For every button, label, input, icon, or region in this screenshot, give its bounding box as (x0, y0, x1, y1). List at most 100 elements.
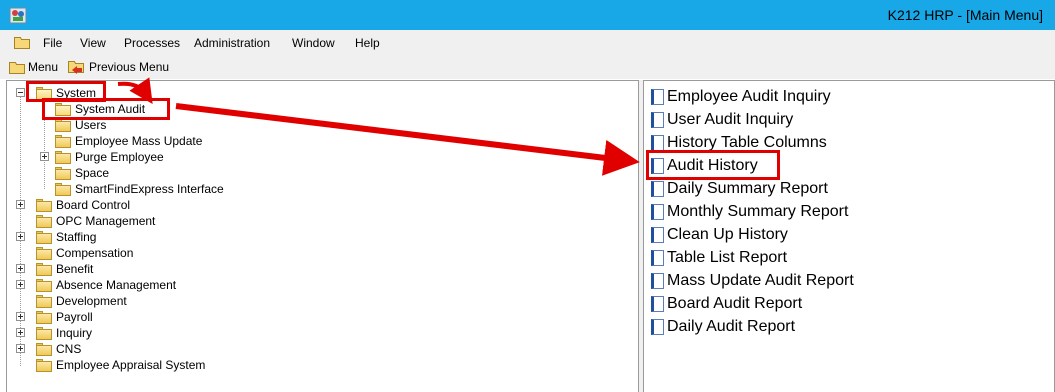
folder-icon (36, 230, 52, 244)
tree-item-absence-management[interactable]: Absence Management (36, 277, 176, 293)
folder-icon (36, 294, 52, 308)
menu-file[interactable]: File (43, 36, 62, 50)
function-label: User Audit Inquiry (667, 111, 794, 128)
tree-item-opc-management[interactable]: OPC Management (36, 213, 155, 229)
folder-icon (14, 37, 30, 49)
menu-button[interactable]: Menu (9, 59, 58, 75)
tree-item-label: Absence Management (56, 278, 177, 292)
tree-connector (20, 92, 21, 366)
menu-view[interactable]: View (80, 36, 106, 50)
function-mass-update-audit-report[interactable]: Mass Update Audit Report (651, 270, 854, 292)
tree-item-label: Benefit (56, 262, 94, 276)
menu-administration[interactable]: Administration (194, 36, 270, 50)
tree-item-label: Development (56, 294, 127, 308)
folder-icon (36, 326, 52, 340)
tree-item-purge-employee[interactable]: Purge Employee (55, 149, 164, 165)
tree-item-label: Purge Employee (75, 150, 164, 164)
function-table-list-report[interactable]: Table List Report (651, 247, 787, 269)
expand-toggle[interactable] (40, 152, 49, 161)
folder-icon (36, 310, 52, 324)
tree-item-compensation[interactable]: Compensation (36, 245, 133, 261)
functions-pane[interactable]: Employee Audit Inquiry User Audit Inquir… (643, 80, 1055, 392)
folder-icon (36, 358, 52, 372)
menu-help[interactable]: Help (355, 36, 380, 50)
tree-item-board-control[interactable]: Board Control (36, 197, 130, 213)
tree-item-label: Payroll (56, 310, 93, 324)
expand-toggle[interactable] (16, 328, 25, 337)
menu-button-label: Menu (28, 60, 59, 74)
folder-icon (36, 278, 52, 292)
folder-icon (9, 61, 25, 74)
previous-menu-label: Previous Menu (89, 60, 170, 74)
tree-item-benefit[interactable]: Benefit (36, 261, 93, 277)
document-icon (651, 319, 664, 335)
expand-toggle[interactable] (16, 344, 25, 353)
function-daily-summary-report[interactable]: Daily Summary Report (651, 178, 828, 200)
title-bar: K212 HRP - [Main Menu] (0, 0, 1055, 30)
expand-toggle[interactable] (16, 312, 25, 321)
function-label: Board Audit Report (667, 295, 803, 312)
function-label: Table List Report (667, 249, 788, 266)
document-icon (651, 204, 664, 220)
folder-icon (36, 262, 52, 276)
menu-bar: File View Processes Administration Windo… (0, 30, 1055, 55)
function-label: Daily Summary Report (667, 180, 828, 197)
tree-item-employee-mass-update[interactable]: Employee Mass Update (55, 133, 202, 149)
tree-item-label: Employee Mass Update (75, 134, 203, 148)
toolbar: Menu Previous Menu (0, 55, 1055, 79)
tree-item-label: OPC Management (56, 214, 156, 228)
tree-item-label: Employee Appraisal System (56, 358, 206, 372)
tree-item-smartfindexpress-interface[interactable]: SmartFindExpress Interface (55, 181, 224, 197)
folder-icon (55, 166, 71, 180)
highlight-box-system-audit (42, 98, 170, 120)
collapse-toggle[interactable] (16, 88, 25, 97)
tree-item-payroll[interactable]: Payroll (36, 309, 93, 325)
menu-window[interactable]: Window (292, 36, 335, 50)
tree-item-space[interactable]: Space (55, 165, 109, 181)
menu-tree-pane[interactable]: System System Audit Users Employee Mass … (6, 80, 639, 392)
document-icon (651, 89, 664, 105)
tree-item-inquiry[interactable]: Inquiry (36, 325, 92, 341)
window-title: K212 HRP - [Main Menu] (887, 7, 1043, 23)
folder-icon (55, 134, 71, 148)
expand-toggle[interactable] (16, 200, 25, 209)
folder-icon (55, 118, 71, 132)
highlight-box-audit-history (646, 150, 780, 180)
function-user-audit-inquiry[interactable]: User Audit Inquiry (651, 109, 793, 131)
folder-icon (36, 246, 52, 260)
expand-toggle[interactable] (16, 232, 25, 241)
expand-toggle[interactable] (16, 264, 25, 273)
tree-item-label: Staffing (56, 230, 97, 244)
document-icon (651, 135, 664, 151)
function-daily-audit-report[interactable]: Daily Audit Report (651, 316, 795, 338)
document-icon (651, 181, 664, 197)
function-monthly-summary-report[interactable]: Monthly Summary Report (651, 201, 848, 223)
function-label: Mass Update Audit Report (667, 272, 854, 289)
tree-item-label: Board Control (56, 198, 131, 212)
document-icon (651, 250, 664, 266)
menu-processes[interactable]: Processes (124, 36, 180, 50)
document-icon (651, 273, 664, 289)
document-icon (651, 227, 664, 243)
tree-item-label: Compensation (56, 246, 134, 260)
function-label: Monthly Summary Report (667, 203, 849, 220)
folder-icon (55, 150, 71, 164)
tree-item-development[interactable]: Development (36, 293, 127, 309)
tree-item-label: Users (75, 118, 107, 132)
tree-item-staffing[interactable]: Staffing (36, 229, 96, 245)
tree-item-cns[interactable]: CNS (36, 341, 81, 357)
tree-item-employee-appraisal-system[interactable]: Employee Appraisal System (36, 357, 205, 373)
function-label: Clean Up History (667, 226, 788, 243)
expand-toggle[interactable] (16, 280, 25, 289)
function-employee-audit-inquiry[interactable]: Employee Audit Inquiry (651, 86, 831, 108)
previous-menu-button[interactable]: Previous Menu (68, 59, 169, 75)
document-icon (651, 296, 664, 312)
function-board-audit-report[interactable]: Board Audit Report (651, 293, 802, 315)
app-icon[interactable] (9, 7, 27, 24)
folder-icon (36, 198, 52, 212)
tree-item-label: SmartFindExpress Interface (75, 182, 224, 196)
function-label: Daily Audit Report (667, 318, 796, 335)
tree-item-label: CNS (56, 342, 82, 356)
folder-icon (55, 182, 71, 196)
function-clean-up-history[interactable]: Clean Up History (651, 224, 788, 246)
